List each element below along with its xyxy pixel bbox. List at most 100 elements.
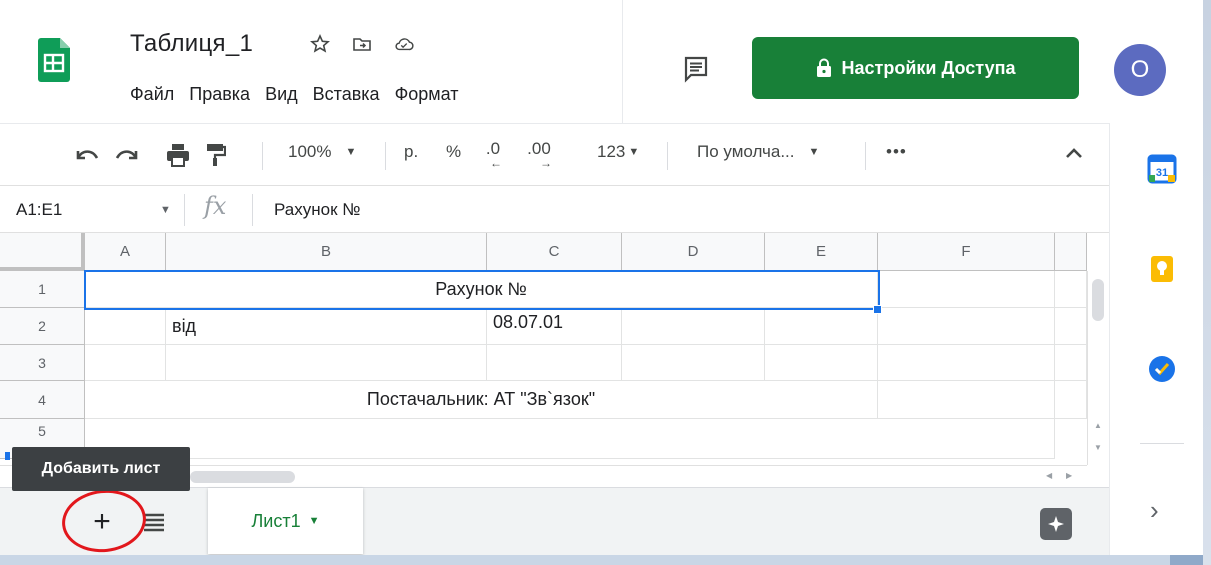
- row-header-3[interactable]: 3: [0, 345, 85, 381]
- cell-e3[interactable]: [765, 345, 878, 381]
- horizontal-scroll-thumb[interactable]: [190, 471, 295, 483]
- row-header-1[interactable]: 1: [0, 271, 85, 308]
- menu-edit[interactable]: Правка: [189, 84, 250, 105]
- cell-g4[interactable]: [1055, 381, 1087, 419]
- cell-c3[interactable]: [487, 345, 622, 381]
- sheet-bar: + Лист1 ▼: [0, 487, 1109, 555]
- document-title[interactable]: Таблиця_1: [130, 30, 253, 58]
- more-formats-button[interactable]: 123 ▼: [597, 142, 639, 162]
- chevron-right-icon[interactable]: ›: [1150, 495, 1159, 526]
- toolbar-separator: [262, 142, 263, 170]
- cell-b2[interactable]: від: [166, 308, 487, 345]
- fill-handle[interactable]: [873, 305, 882, 314]
- vertical-scroll-thumb[interactable]: [1092, 279, 1104, 321]
- redo-icon[interactable]: [114, 146, 140, 164]
- formula-separator: [252, 194, 253, 226]
- move-folder-icon[interactable]: [352, 34, 372, 54]
- select-all-corner[interactable]: [0, 233, 85, 271]
- side-panel: 31 ›: [1109, 123, 1211, 565]
- share-button[interactable]: Настройки Доступа: [752, 37, 1079, 99]
- increase-decimals-label: .00: [527, 139, 551, 158]
- decrease-decimals-label: .0: [485, 139, 501, 158]
- lock-icon: [816, 58, 831, 77]
- star-icon[interactable]: [310, 34, 330, 54]
- cell-f4[interactable]: [878, 381, 1055, 419]
- calendar-icon[interactable]: 31: [1146, 153, 1178, 185]
- explore-icon[interactable]: [1040, 508, 1072, 540]
- formula-input[interactable]: Рахунок №: [274, 200, 360, 220]
- avatar[interactable]: O: [1114, 44, 1166, 96]
- cell-a2[interactable]: [85, 308, 166, 345]
- column-header-e[interactable]: E: [765, 233, 878, 271]
- print-icon[interactable]: [165, 142, 191, 168]
- cell-f2[interactable]: [878, 308, 1055, 345]
- header-divider: [622, 0, 623, 123]
- increase-decimals-button[interactable]: .00 →: [526, 139, 552, 170]
- comments-icon[interactable]: [682, 55, 710, 83]
- menu-format[interactable]: Формат: [395, 84, 459, 105]
- toolbar-separator: [667, 142, 668, 170]
- scroll-left-icon[interactable]: ◀: [1046, 471, 1052, 480]
- cell-c2[interactable]: 08.07.01: [487, 308, 622, 345]
- decrease-decimals-button[interactable]: .0 ←: [484, 139, 502, 170]
- row-5-cells[interactable]: [85, 419, 1055, 459]
- sheet-grid: A B C D E F 1 2 3 4 5 Рахунок № від 08.0…: [0, 233, 1087, 465]
- chevron-down-icon: ▼: [628, 146, 640, 158]
- paint-format-icon[interactable]: [204, 142, 226, 168]
- menu-insert[interactable]: Вставка: [313, 84, 380, 105]
- cloud-saved-icon[interactable]: [394, 34, 414, 54]
- spreadsheet-app: Таблиця_1 Файл Правка Вид Вставка Формат: [0, 0, 1211, 565]
- toolbar-separator: [385, 142, 386, 170]
- cell-g3[interactable]: [1055, 345, 1087, 381]
- cell-b3[interactable]: [166, 345, 487, 381]
- zoom-value: 100%: [288, 142, 332, 161]
- cell-a1-e1-merged[interactable]: Рахунок №: [85, 271, 878, 308]
- cell-d2[interactable]: [622, 308, 765, 345]
- percent-format-button[interactable]: %: [446, 142, 461, 162]
- cell-f1[interactable]: [878, 271, 1055, 308]
- currency-format-button[interactable]: р.: [404, 142, 418, 162]
- menu-view[interactable]: Вид: [265, 84, 298, 105]
- chevron-down-icon[interactable]: ▼: [160, 204, 171, 216]
- row-header-2[interactable]: 2: [0, 308, 85, 345]
- column-header-c[interactable]: C: [487, 233, 622, 271]
- cell-a3[interactable]: [85, 345, 166, 381]
- cell-f3[interactable]: [878, 345, 1055, 381]
- vertical-scrollbar[interactable]: ▲ ▼: [1087, 271, 1109, 465]
- window-edge: [1203, 0, 1211, 565]
- formula-separator: [184, 194, 185, 226]
- cell-a4-e4-merged[interactable]: Постачальник: АТ "Зв`язок": [85, 381, 878, 419]
- collapse-toolbar-icon[interactable]: [1064, 146, 1084, 160]
- header: Таблиця_1 Файл Правка Вид Вставка Формат: [0, 0, 1211, 123]
- cell-g1[interactable]: [1055, 271, 1087, 308]
- column-header-a[interactable]: A: [85, 233, 166, 271]
- share-label: Настройки Доступа: [841, 57, 1016, 78]
- cell-g2[interactable]: [1055, 308, 1087, 345]
- column-header-g[interactable]: [1055, 233, 1087, 271]
- row-header-4[interactable]: 4: [0, 381, 85, 419]
- scroll-down-icon[interactable]: ▼: [1094, 443, 1102, 452]
- fx-icon: fx: [204, 192, 227, 220]
- menu-file[interactable]: Файл: [130, 84, 174, 105]
- name-box[interactable]: A1:E1: [16, 200, 62, 220]
- arrow-left-icon: ←: [490, 156, 502, 170]
- column-header-d[interactable]: D: [622, 233, 765, 271]
- sheet-tab-label: Лист1: [251, 510, 301, 531]
- desktop-strip: [0, 555, 1211, 565]
- scroll-up-icon[interactable]: ▲: [1094, 421, 1102, 430]
- sheet-tab-list1[interactable]: Лист1 ▼: [208, 488, 363, 554]
- chevron-down-icon[interactable]: ▼: [309, 515, 320, 527]
- font-select[interactable]: По умолча... ▼: [697, 142, 819, 162]
- zoom-select[interactable]: 100% ▼: [288, 142, 356, 162]
- tasks-icon[interactable]: [1146, 353, 1178, 385]
- column-header-f[interactable]: F: [878, 233, 1055, 271]
- column-header-b[interactable]: B: [166, 233, 487, 271]
- more-tools-button[interactable]: •••: [886, 142, 907, 162]
- scroll-right-icon[interactable]: ▶: [1066, 471, 1072, 480]
- selection-edge-marker: [5, 452, 10, 460]
- undo-icon[interactable]: [74, 146, 100, 164]
- cell-e2[interactable]: [765, 308, 878, 345]
- sheets-logo-icon[interactable]: [38, 38, 70, 82]
- keep-icon[interactable]: [1146, 253, 1178, 285]
- cell-d3[interactable]: [622, 345, 765, 381]
